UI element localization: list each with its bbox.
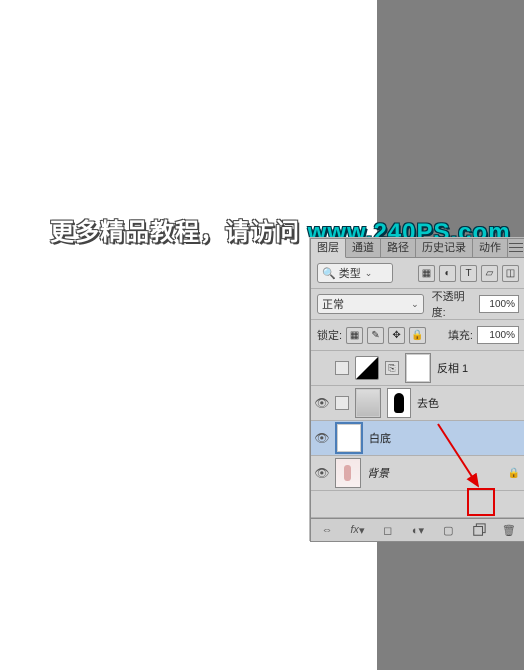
visibility-toggle[interactable] (315, 361, 329, 375)
watermark-text-1: 更多精品教程，请访问 (50, 219, 308, 246)
fill-input[interactable]: 100% (477, 326, 519, 344)
layer-row-white-bg[interactable]: 👁 白底 (311, 421, 524, 456)
blend-mode-select[interactable]: 正常 ⌄ (317, 294, 424, 314)
add-adjustment-button[interactable]: ◐▾ (404, 521, 432, 539)
layer-name[interactable]: 去色 (417, 395, 521, 411)
layer-name[interactable]: 背景 (367, 465, 501, 481)
tab-paths[interactable]: 路径 (381, 239, 416, 257)
panel-menu-icon[interactable] (509, 241, 523, 253)
layer-kind-select[interactable]: 🔍 类型 ⌄ (317, 263, 393, 283)
visibility-toggle[interactable]: 👁 (315, 431, 329, 445)
filter-pixel-icon[interactable]: ▦ (418, 265, 435, 282)
layer-row-background[interactable]: 👁 背景 🔒 (311, 456, 524, 491)
mask-thumb[interactable] (405, 353, 431, 383)
lock-position-icon[interactable]: ✥ (388, 327, 405, 344)
visibility-toggle[interactable]: 👁 (315, 466, 329, 480)
delete-layer-button[interactable]: 🗑 (495, 521, 523, 539)
lock-all-icon[interactable]: 🔒 (409, 327, 426, 344)
layer-thumb[interactable] (335, 422, 363, 454)
panel-footer: ⇔ fx▾ ◻ ◐▾ ▢ 🗑 (311, 518, 524, 541)
filter-shape-icon[interactable]: ▱ (481, 265, 498, 282)
layer-row-desaturate[interactable]: 👁 去色 (311, 386, 524, 421)
tab-history[interactable]: 历史记录 (416, 239, 473, 257)
lock-label: 锁定: (317, 327, 342, 343)
lock-pixels-icon[interactable]: ✎ (367, 327, 384, 344)
tab-channels[interactable]: 通道 (346, 239, 381, 257)
mask-thumb[interactable] (387, 388, 411, 418)
filter-adjust-icon[interactable]: ◐ (439, 265, 456, 282)
visibility-toggle[interactable]: 👁 (315, 396, 329, 410)
tutorial-highlight (467, 488, 495, 516)
lock-transparency-icon[interactable]: ▦ (346, 327, 363, 344)
link-layers-button[interactable]: ⇔ (313, 521, 341, 539)
blend-row: 正常 ⌄ 不透明度: 100% (311, 289, 524, 320)
link-mask-icon[interactable]: ⎘ (385, 361, 399, 375)
filter-row: 🔍 类型 ⌄ ▦ ◐ T ▱ ◫ (311, 258, 524, 289)
layer-thumb[interactable] (355, 388, 381, 418)
add-mask-button[interactable]: ◻ (374, 521, 402, 539)
lock-icon[interactable]: 🔒 (507, 466, 521, 480)
layer-thumb[interactable] (335, 458, 361, 488)
tab-actions[interactable]: 动作 (473, 239, 508, 257)
filter-smart-icon[interactable]: ◫ (502, 265, 519, 282)
fx-button[interactable]: fx▾ (343, 521, 371, 539)
layer-name[interactable]: 反相 1 (437, 360, 521, 376)
new-group-button[interactable]: ▢ (434, 521, 462, 539)
fill-label: 填充: (448, 327, 473, 343)
layer-checkbox[interactable] (335, 396, 349, 410)
layer-checkbox[interactable] (335, 361, 349, 375)
layer-row-invert[interactable]: ⎘ 反相 1 (311, 351, 524, 386)
blend-mode-value: 正常 (322, 296, 344, 312)
lock-row: 锁定: ▦ ✎ ✥ 🔒 填充: 100% (311, 320, 524, 351)
filter-type-icon[interactable]: T (460, 265, 477, 282)
new-layer-button[interactable] (464, 521, 492, 539)
opacity-label: 不透明度: (432, 288, 476, 320)
tab-layers[interactable]: 图层 (311, 239, 346, 258)
chevron-down-icon: ⌄ (411, 299, 419, 310)
opacity-input[interactable]: 100% (479, 295, 519, 313)
kind-label: 类型 (339, 265, 361, 281)
layer-name[interactable]: 白底 (369, 430, 521, 446)
panel-tabs: 图层 通道 路径 历史记录 动作 (311, 239, 524, 258)
chevron-down-icon: ⌄ (365, 268, 373, 279)
stage: 更多精品教程，请访问 www.240PS.com 图层 通道 路径 历史记录 动… (0, 0, 524, 670)
adjustment-thumb (355, 356, 379, 380)
